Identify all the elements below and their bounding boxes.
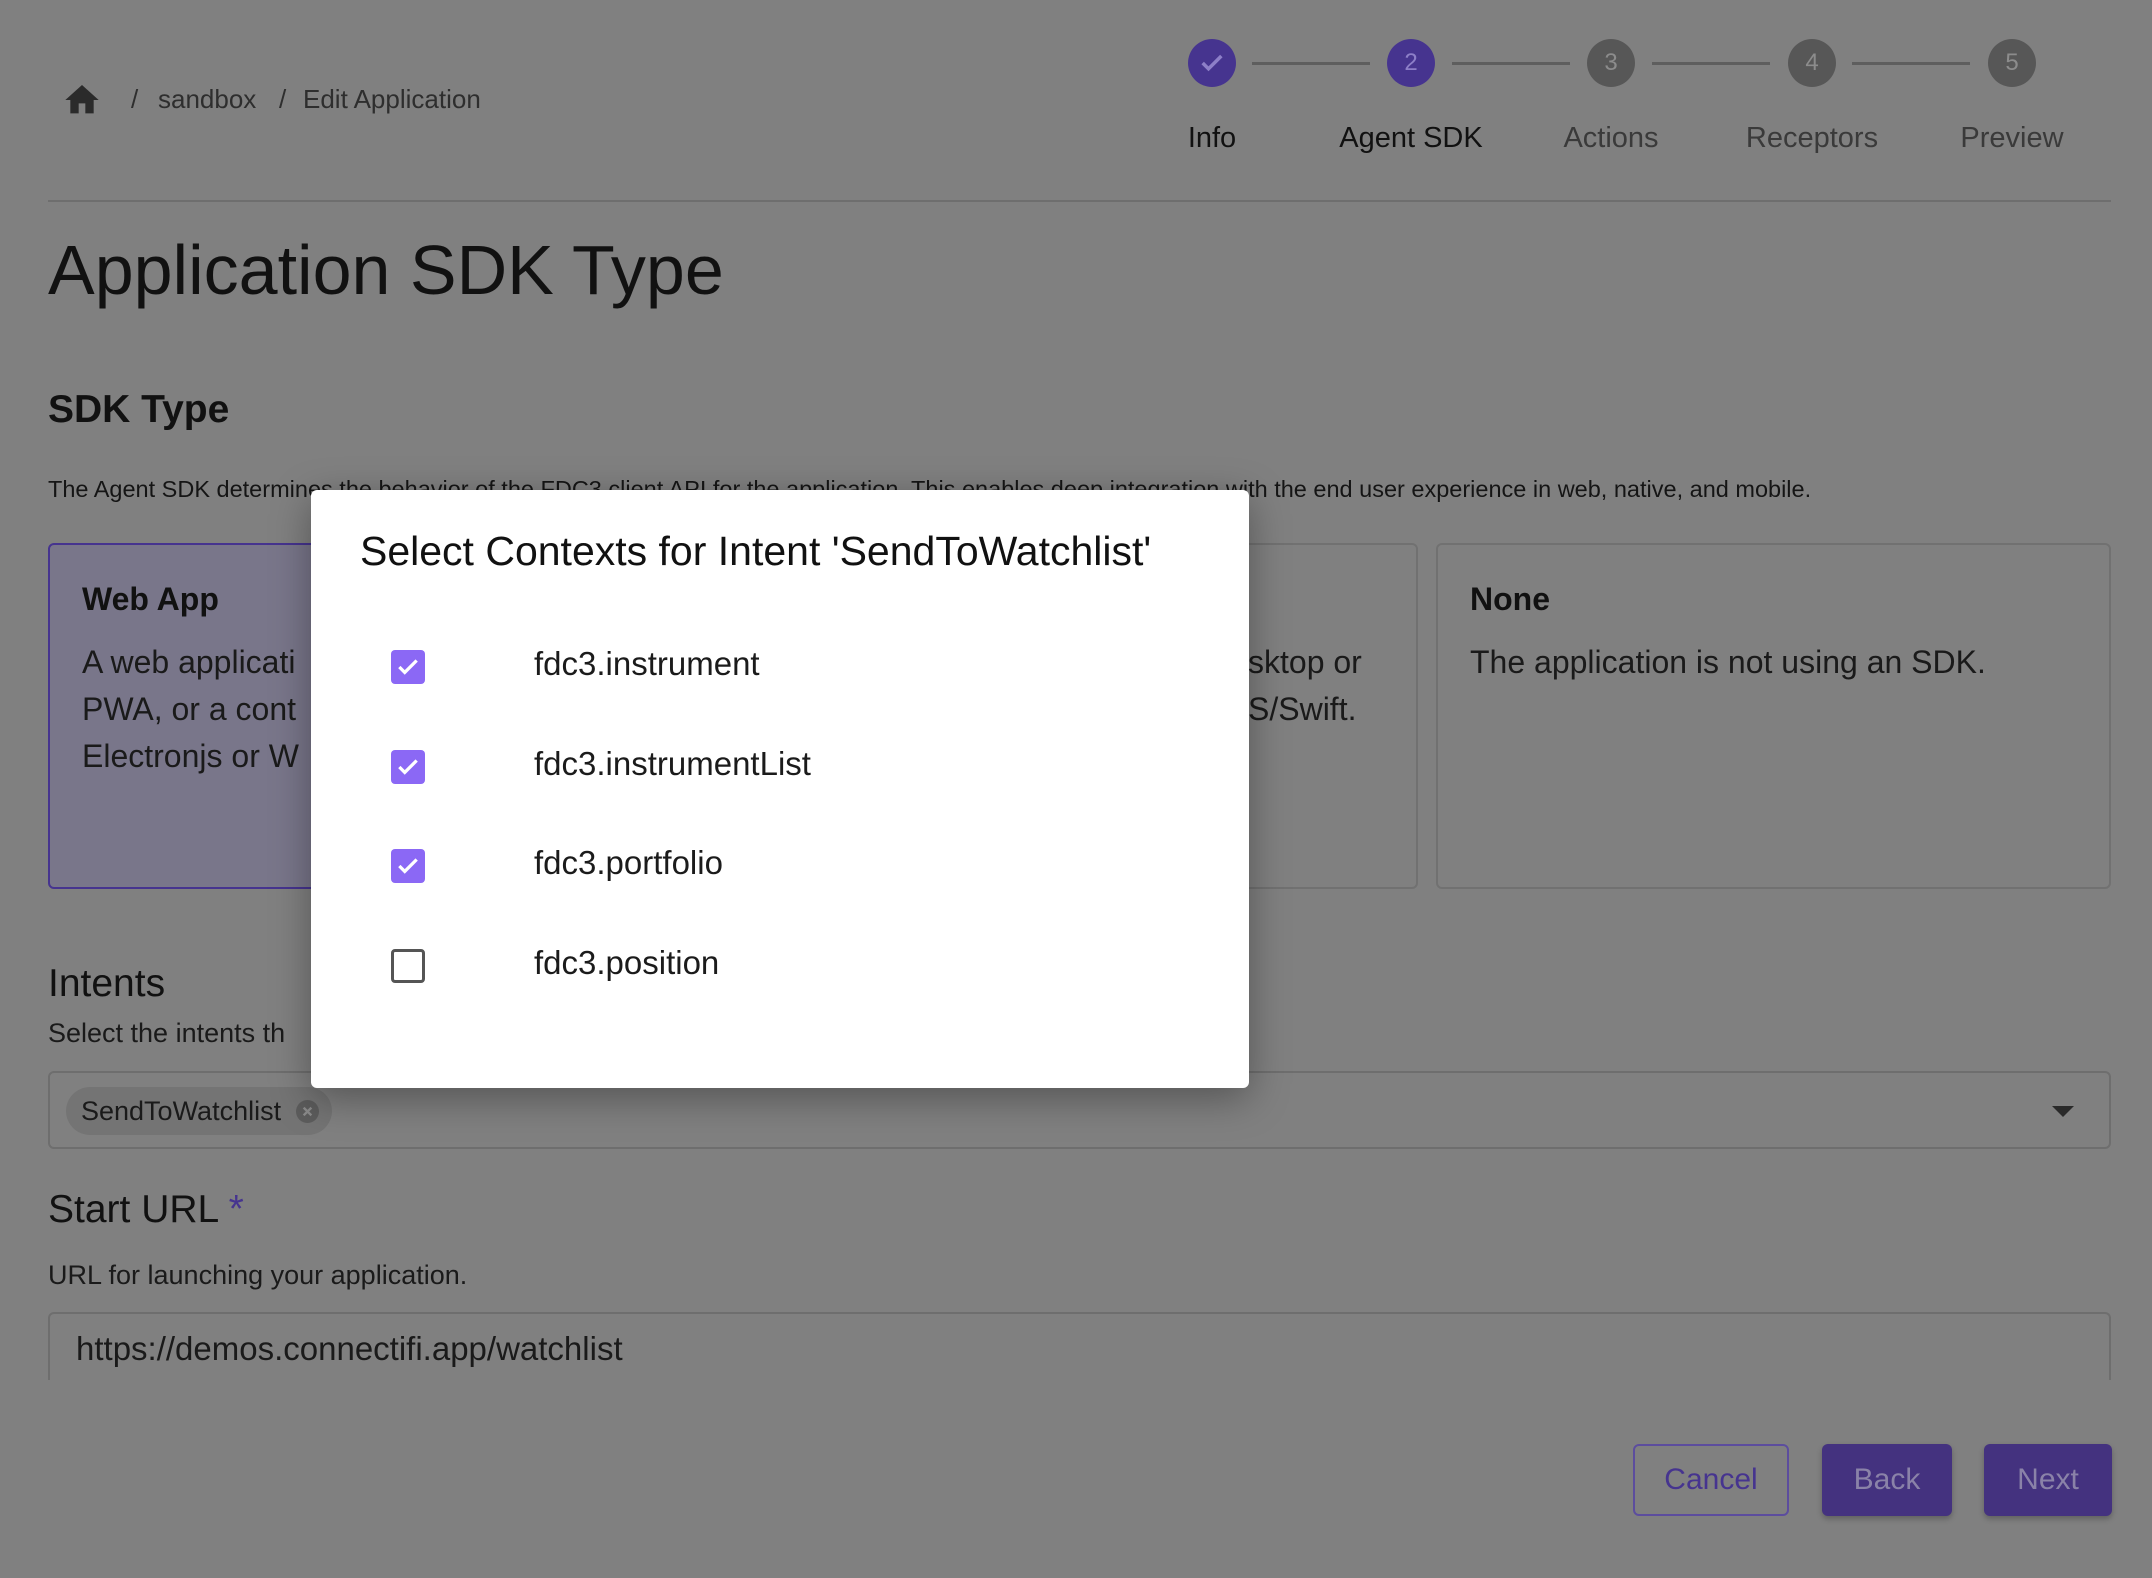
checkbox-checked-icon[interactable] bbox=[391, 750, 425, 784]
context-option-instrument[interactable]: fdc3.instrument bbox=[391, 645, 760, 687]
checkbox-checked-icon[interactable] bbox=[391, 849, 425, 883]
dialog-title: Select Contexts for Intent 'SendToWatchl… bbox=[360, 528, 1152, 574]
checkbox-unchecked-icon[interactable] bbox=[391, 949, 425, 983]
context-option-position[interactable]: fdc3.position bbox=[391, 944, 719, 986]
option-label: fdc3.instrument bbox=[534, 645, 760, 682]
option-label: fdc3.instrumentList bbox=[534, 745, 811, 782]
option-label: fdc3.position bbox=[534, 944, 720, 981]
option-label: fdc3.portfolio bbox=[534, 844, 723, 881]
context-option-instrument-list[interactable]: fdc3.instrumentList bbox=[391, 745, 811, 787]
checkbox-checked-icon[interactable] bbox=[391, 650, 425, 684]
context-option-portfolio[interactable]: fdc3.portfolio bbox=[391, 844, 723, 886]
select-contexts-dialog: Select Contexts for Intent 'SendToWatchl… bbox=[311, 490, 1249, 1088]
